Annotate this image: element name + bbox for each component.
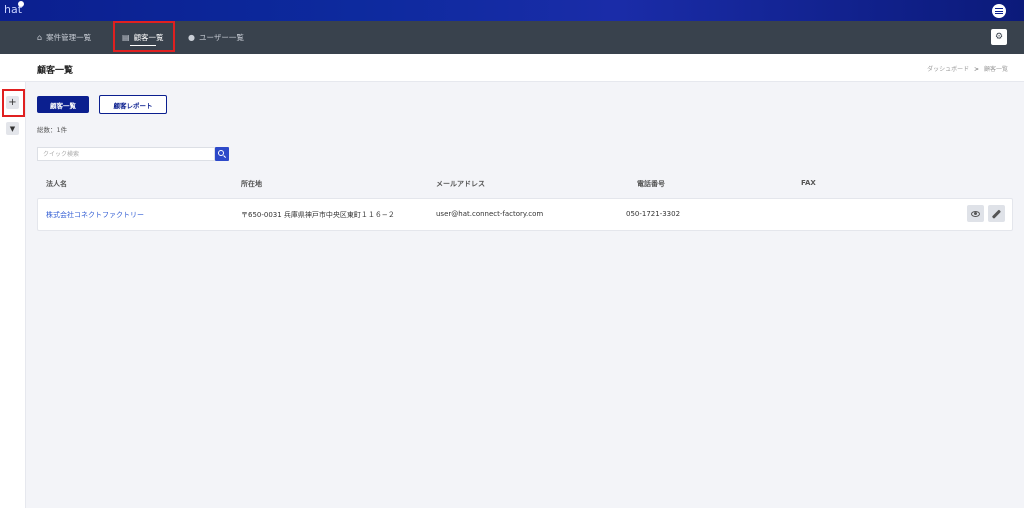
pencil-icon bbox=[992, 209, 1001, 218]
breadcrumb: ダッシュボード > 顧客一覧 bbox=[927, 64, 1008, 73]
column-header-address: 所在地 bbox=[241, 180, 262, 188]
view-button[interactable] bbox=[967, 205, 984, 222]
page-header: 顧客一覧 ダッシュボード > 顧客一覧 bbox=[0, 54, 1024, 82]
email-cell: user@hat.connect-factory.com bbox=[436, 210, 544, 218]
edit-button[interactable] bbox=[988, 205, 1005, 222]
brand-bar: hat bbox=[0, 0, 1024, 21]
column-header-phone: 電話番号 bbox=[637, 180, 665, 188]
column-header-email: メールアドレス bbox=[436, 180, 485, 188]
brand-logo-mark bbox=[18, 1, 24, 7]
hamburger-menu-icon[interactable] bbox=[992, 4, 1006, 18]
gear-icon[interactable]: ⚙ bbox=[991, 29, 1007, 45]
nav-item-label: 案件管理一覧 bbox=[46, 33, 92, 42]
tool-sidebar bbox=[0, 82, 26, 508]
page-title: 顧客一覧 bbox=[37, 66, 74, 76]
column-header-company: 法人名 bbox=[46, 180, 67, 188]
nav-item-label: ユーザー一覧 bbox=[198, 33, 244, 42]
home-icon: ⌂ bbox=[37, 33, 43, 42]
company-name-link[interactable]: 株式会社コネクトファクトリー bbox=[46, 210, 144, 220]
nav-item-users[interactable]: ● ユーザー一覧 bbox=[188, 21, 244, 54]
nav-highlight-box bbox=[113, 21, 175, 52]
quick-search-input[interactable] bbox=[37, 147, 215, 161]
phone-cell: 050-1721-3302 bbox=[626, 210, 681, 218]
eye-icon bbox=[971, 210, 980, 217]
chevron-right-icon: > bbox=[974, 66, 980, 73]
search-icon[interactable] bbox=[215, 147, 229, 161]
customer-report-button[interactable]: 顧客レポート bbox=[99, 95, 167, 114]
nav-item-projects[interactable]: ⌂ 案件管理一覧 bbox=[37, 21, 91, 54]
total-count: 総数：1件 bbox=[37, 126, 68, 134]
column-header-fax: FAX bbox=[801, 179, 816, 187]
main-navbar: ⌂ 案件管理一覧 ▤ 顧客一覧 ● ユーザー一覧 ⚙ bbox=[0, 21, 1024, 54]
add-button-highlight-box bbox=[2, 89, 25, 117]
filter-icon[interactable]: ▼ bbox=[6, 122, 19, 135]
address-cell: 〒650-0031 兵庫県神戸市中央区東町１１６−２ bbox=[241, 211, 395, 219]
customer-list-button[interactable]: 顧客一覧 bbox=[37, 96, 89, 113]
user-icon: ● bbox=[188, 33, 195, 42]
breadcrumb-current: 顧客一覧 bbox=[983, 66, 1008, 73]
breadcrumb-home[interactable]: ダッシュボード bbox=[927, 66, 969, 73]
